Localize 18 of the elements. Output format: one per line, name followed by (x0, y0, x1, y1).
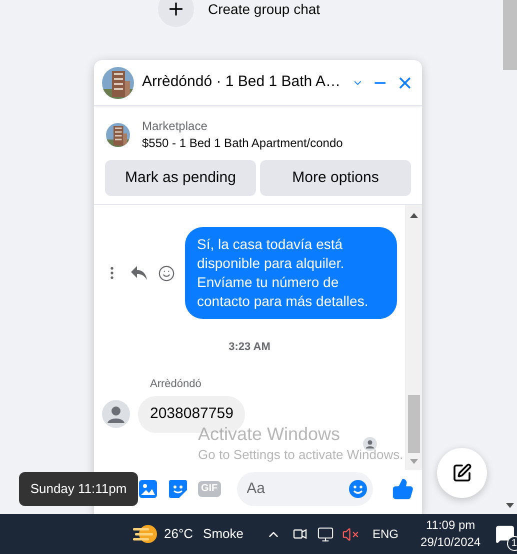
message-input[interactable]: Aa (246, 478, 349, 500)
weather-condition[interactable]: Smoke (203, 524, 244, 544)
tooltip: Sunday 11:11pm (19, 472, 138, 506)
listing-source: Marketplace (142, 118, 208, 135)
clock[interactable]: 11:09 pm 29/10/2024 (420, 517, 481, 551)
outgoing-message: Sí, la casa todavía está disponible para alquiler. Envíame tu número de contacto para más detalles. (185, 227, 397, 319)
chat-title[interactable]: Arrèdóndó · 1 Bed 1 Bath A… (142, 71, 340, 94)
listing-summary[interactable]: $550 - 1 Bed 1 Bath Apartment/condo (142, 135, 343, 152)
listing-action-button[interactable]: Mark as pending (105, 160, 256, 196)
create-group-chat-link[interactable]: Create group chat (208, 0, 320, 20)
notification-count: 1 (506, 536, 517, 551)
message-field[interactable]: Aa (236, 472, 373, 506)
message-timestamp: 3:23 AM (228, 340, 270, 355)
listing-action-button[interactable]: More options (260, 160, 411, 196)
language-indicator[interactable]: ENG (372, 525, 399, 543)
sender-name: Arrèdóndó (150, 376, 202, 392)
temperature[interactable]: 26°C (164, 524, 194, 544)
activation-watermark-subtitle: Go to Settings to activate Windows. (198, 446, 404, 464)
